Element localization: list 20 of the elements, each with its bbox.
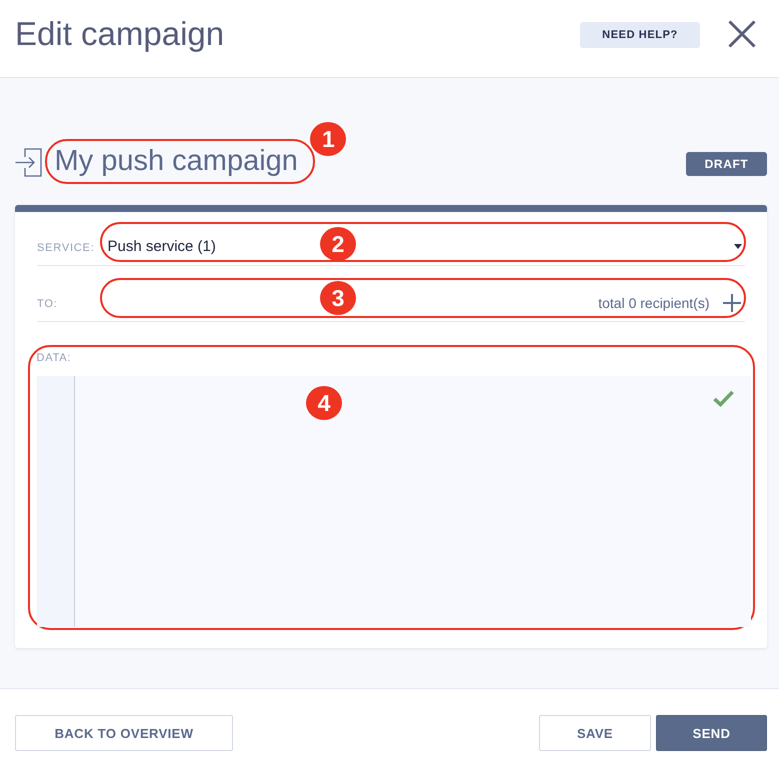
field-label: SERVICE: [37, 242, 95, 254]
page-title: Edit campaign [15, 16, 224, 52]
field-label: DATA: [36, 352, 72, 364]
send-button[interactable]: SEND [656, 715, 767, 751]
callout-badge-overlay: 3 [320, 281, 356, 315]
close-icon[interactable] [728, 20, 756, 48]
recipient-count: total 0 recipient(s) [598, 294, 710, 312]
caret-icon[interactable] [734, 244, 742, 249]
callout-badge-overlay: 2 [320, 227, 356, 261]
status-badge: DRAFT [686, 152, 767, 176]
callout-badge-overlay: 1 [310, 122, 346, 156]
sign-in-icon [15, 148, 42, 177]
dropdown-field[interactable]: Push service (1) [108, 238, 216, 256]
help-button[interactable]: NEED HELP? [580, 22, 700, 48]
campaign-name: My push campaign [54, 146, 298, 174]
field-label: TO: [37, 298, 58, 310]
footer-button[interactable]: BACK TO OVERVIEW [15, 715, 233, 751]
footer-button[interactable]: SAVE [539, 715, 651, 751]
recipients-field[interactable]: total 0 recipient(s) [362, 284, 744, 314]
plus-icon[interactable] [722, 294, 740, 312]
